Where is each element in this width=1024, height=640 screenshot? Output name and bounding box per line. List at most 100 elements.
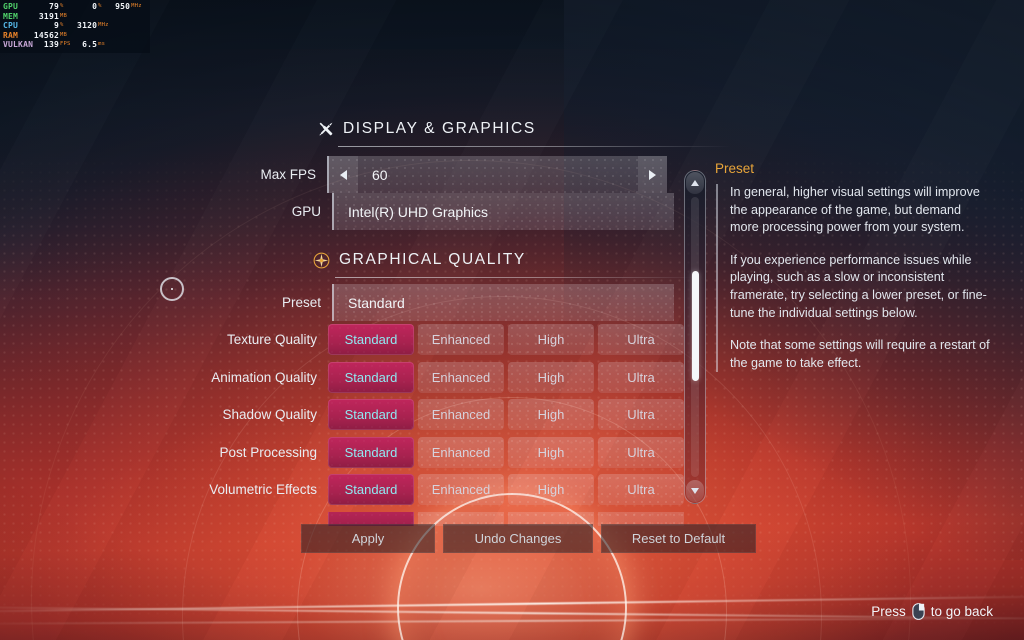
quality-option-ultra[interactable]: Ultra <box>598 474 684 505</box>
settings-panel: DISPLAY & GRAPHICS Max FPS 60 GPU Intel(… <box>0 0 1024 640</box>
quality-option-standard[interactable]: Standard <box>328 399 414 430</box>
quality-option-label: Enhanced <box>431 407 491 422</box>
section-title-display-graphics: DISPLAY & GRAPHICS <box>343 120 536 137</box>
performance-metric-unit: MHz <box>131 3 142 9</box>
performance-metric-label: GPU <box>3 2 19 11</box>
performance-metric-label: CPU <box>3 21 19 31</box>
max-fps-increment-button[interactable] <box>638 156 667 193</box>
quality-option-label: Ultra <box>627 332 655 347</box>
section-title-graphical-quality: GRAPHICAL QUALITY <box>339 251 526 268</box>
triangle-left-icon <box>340 169 347 180</box>
performance-metric-value: 139 <box>43 40 59 50</box>
quality-option-standard[interactable]: Standard <box>328 474 414 505</box>
quality-option-enhanced[interactable]: Enhanced <box>418 474 504 505</box>
quality-option-standard[interactable]: Standard <box>328 324 414 355</box>
info-panel-body: In general, higher visual settings will … <box>716 184 993 373</box>
reset-to-default-button[interactable]: Reset to Default <box>601 524 756 553</box>
quality-option-ultra[interactable]: Ultra <box>598 399 684 430</box>
performance-metric-value <box>115 12 131 22</box>
performance-metric-unit: ms <box>98 41 106 48</box>
setting-row-gpu: GPU Intel(R) UHD Graphics <box>200 193 675 230</box>
performance-overlay-row: CPU 9% 3120 MHz <box>3 21 148 31</box>
undo-changes-button[interactable]: Undo Changes <box>443 524 593 553</box>
triangle-right-icon <box>649 169 656 180</box>
max-fps-stepper[interactable]: 60 <box>327 156 667 193</box>
performance-metric-value: 79 <box>48 2 59 11</box>
quality-option-label: High <box>537 482 565 497</box>
cursor-ring <box>160 277 184 301</box>
label-max-fps: Max FPS <box>260 167 316 182</box>
performance-overlay-row: RAM 14562 MB <box>3 31 148 41</box>
quality-option-high[interactable]: High <box>508 324 594 355</box>
performance-metric-unit <box>131 21 148 31</box>
quality-option-standard[interactable]: Standard <box>328 436 414 468</box>
quality-option-label: High <box>537 407 565 422</box>
performance-metric-unit <box>98 12 115 22</box>
performance-metric-value <box>115 21 131 31</box>
tools-wrench-screwdriver-icon <box>319 122 333 136</box>
quality-option-group: Standard Enhanced High Ultra <box>328 436 684 468</box>
apply-button[interactable]: Apply <box>301 524 435 553</box>
quality-option-ultra[interactable]: Ultra <box>598 436 684 468</box>
max-fps-decrement-button[interactable] <box>329 156 358 193</box>
performance-metric-value <box>115 31 131 41</box>
quality-option-label: Standard <box>344 407 398 422</box>
performance-metric-unit <box>131 40 148 50</box>
quality-option-enhanced[interactable]: Enhanced <box>418 324 504 355</box>
info-panel-paragraph: Note that some settings will require a r… <box>730 338 990 370</box>
scrollbar-thumb[interactable] <box>691 271 699 381</box>
quality-option-standard[interactable]: Standard <box>328 361 414 393</box>
quality-option-label: Standard <box>344 482 398 497</box>
quality-option-label: High <box>537 444 565 460</box>
label-post-processing: Post Processing <box>219 444 317 460</box>
label-volumetric-effects: Volumetric Effects <box>209 482 317 497</box>
performance-overlay-row: MEM 3191 MB <box>3 12 148 22</box>
setting-row-shadow-quality: Shadow Quality Standard Enhanced High Ultra <box>180 399 684 430</box>
performance-metric-label: MEM <box>3 11 19 21</box>
quality-option-ultra[interactable]: Ultra <box>598 324 684 355</box>
performance-metric-unit: MHz <box>98 22 109 29</box>
quality-option-ultra[interactable]: Ultra <box>598 361 684 393</box>
performance-overlay-row: GPU 79% 0% 950 MHz <box>3 2 148 12</box>
setting-row-texture-quality: Texture Quality Standard Enhanced High Ultra <box>180 324 684 355</box>
scrollbar-up-button[interactable] <box>686 172 704 194</box>
quality-option-group: Standard Enhanced High Ultra <box>328 399 684 430</box>
quality-option-label: Enhanced <box>431 482 491 497</box>
quality-option-high[interactable]: High <box>508 474 594 505</box>
setting-row-animation-quality: Animation Quality Standard Enhanced High Ult… <box>180 361 684 393</box>
performance-metric-value: 9 <box>53 21 59 31</box>
performance-overlay: GPU 79% 0% 950 MHz MEM 3191 MB CPU 9% 3120 MHz RAM 14… <box>0 0 150 53</box>
label-animation-quality: Animation Quality <box>211 369 317 385</box>
gpu-value-field[interactable]: Intel(R) UHD Graphics <box>332 193 674 230</box>
performance-metric-value <box>77 31 98 41</box>
scrollbar-down-button[interactable] <box>686 480 704 502</box>
quality-option-high[interactable]: High <box>508 399 594 430</box>
label-texture-quality: Texture Quality <box>226 332 317 347</box>
mouse-button-icon <box>912 603 925 620</box>
label-shadow-quality: Shadow Quality <box>222 407 317 422</box>
preset-value-field[interactable]: Standard <box>332 284 674 321</box>
section-header-graphical-quality: GRAPHICAL QUALITY <box>313 251 701 278</box>
star-compass-icon <box>313 252 330 268</box>
performance-metric-value: 6.5 <box>82 40 98 50</box>
quality-option-enhanced[interactable]: Enhanced <box>418 361 504 393</box>
performance-metric-unit <box>131 31 148 41</box>
quality-option-label: Standard <box>344 369 398 385</box>
quality-option-high[interactable]: High <box>508 361 594 393</box>
quality-option-label: High <box>537 332 565 347</box>
quality-option-enhanced[interactable]: Enhanced <box>418 399 504 430</box>
quality-option-label: Ultra <box>627 369 655 385</box>
quality-option-group: Standard Enhanced High Ultra <box>328 361 684 393</box>
label-gpu: GPU <box>291 204 321 219</box>
quality-option-high[interactable]: High <box>508 436 594 468</box>
quality-option-label: Ultra <box>627 444 655 460</box>
back-hint-suffix: to go back <box>930 604 993 619</box>
quality-option-group: Standard Enhanced High Ultra <box>328 474 684 505</box>
setting-row-post-processing: Post Processing Standard Enhanced High Ultra <box>180 436 684 468</box>
back-hint-prefix: Press <box>871 604 906 619</box>
performance-metric-unit: % <box>59 3 64 9</box>
quality-option-label: Enhanced <box>431 332 491 347</box>
performance-overlay-row: VULKAN 139 FPS 6.5 ms <box>3 40 148 50</box>
settings-scrollbar[interactable] <box>684 170 706 504</box>
quality-option-enhanced[interactable]: Enhanced <box>418 436 504 468</box>
